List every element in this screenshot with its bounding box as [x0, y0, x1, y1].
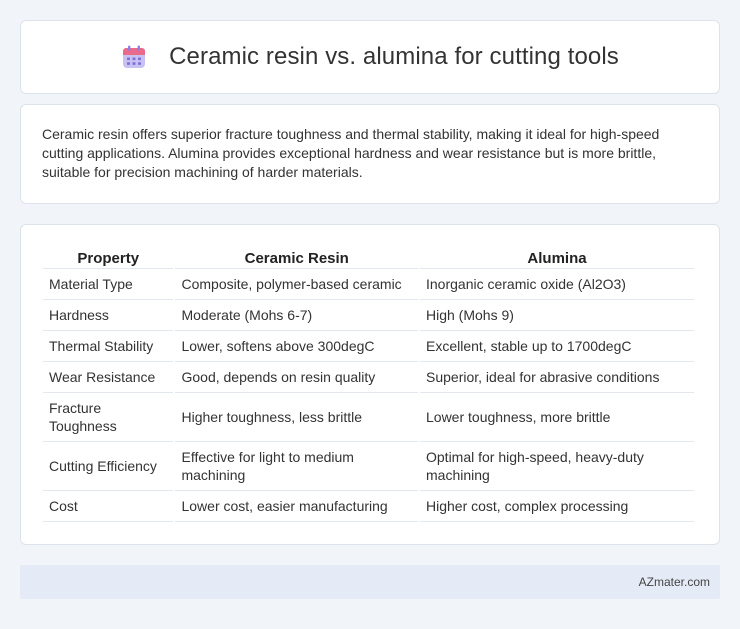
summary-text: Ceramic resin offers superior fracture t…: [42, 126, 660, 180]
ceramic-resin-cell: Composite, polymer-based ceramic: [175, 269, 418, 300]
property-cell: Wear Resistance: [43, 362, 174, 393]
comparison-table: Property Ceramic Resin Alumina Material …: [41, 247, 696, 522]
property-cell: Cost: [43, 491, 174, 522]
table-row: Cutting Efficiency Effective for light t…: [43, 442, 694, 491]
property-cell: Hardness: [43, 300, 174, 331]
alumina-cell: Superior, ideal for abrasive conditions: [420, 362, 694, 393]
property-cell: Cutting Efficiency: [43, 442, 174, 491]
property-cell: Thermal Stability: [43, 331, 174, 362]
title-wrap: Ceramic resin vs. alumina for cutting to…: [121, 43, 619, 71]
property-cell: Fracture Toughness: [43, 393, 174, 442]
alumina-cell: High (Mohs 9): [420, 300, 694, 331]
footer-source: AZmater.com: [638, 575, 710, 589]
table-row: Cost Lower cost, easier manufacturing Hi…: [43, 491, 694, 522]
table-header-row: Property Ceramic Resin Alumina: [43, 247, 694, 269]
table-row: Fracture Toughness Higher toughness, les…: [43, 393, 694, 442]
table-row: Hardness Moderate (Mohs 6-7) High (Mohs …: [43, 300, 694, 331]
calendar-icon: [123, 45, 146, 68]
ceramic-resin-cell: Good, depends on resin quality: [175, 362, 418, 393]
title-card: Ceramic resin vs. alumina for cutting to…: [20, 20, 720, 94]
property-cell: Material Type: [43, 269, 174, 300]
ceramic-resin-cell: Lower, softens above 300degC: [175, 331, 418, 362]
alumina-cell: Lower toughness, more brittle: [420, 393, 694, 442]
ceramic-resin-cell: Higher toughness, less brittle: [175, 393, 418, 442]
alumina-cell: Inorganic ceramic oxide (Al2O3): [420, 269, 694, 300]
column-header-property: Property: [43, 247, 174, 269]
table-card: Property Ceramic Resin Alumina Material …: [20, 224, 720, 545]
ceramic-resin-cell: Lower cost, easier manufacturing: [175, 491, 418, 522]
table-row: Material Type Composite, polymer-based c…: [43, 269, 694, 300]
alumina-cell: Optimal for high-speed, heavy-duty machi…: [420, 442, 694, 491]
alumina-cell: Excellent, stable up to 1700degC: [420, 331, 694, 362]
page-title: Ceramic resin vs. alumina for cutting to…: [169, 43, 619, 70]
summary-card: Ceramic resin offers superior fracture t…: [20, 104, 720, 204]
alumina-cell: Higher cost, complex processing: [420, 491, 694, 522]
table-row: Thermal Stability Lower, softens above 3…: [43, 331, 694, 362]
table-row: Wear Resistance Good, depends on resin q…: [43, 362, 694, 393]
column-header-alumina: Alumina: [420, 247, 694, 269]
ceramic-resin-cell: Effective for light to medium machining: [175, 442, 418, 491]
column-header-ceramic-resin: Ceramic Resin: [175, 247, 418, 269]
ceramic-resin-cell: Moderate (Mohs 6-7): [175, 300, 418, 331]
footer-bar: AZmater.com: [20, 565, 720, 599]
